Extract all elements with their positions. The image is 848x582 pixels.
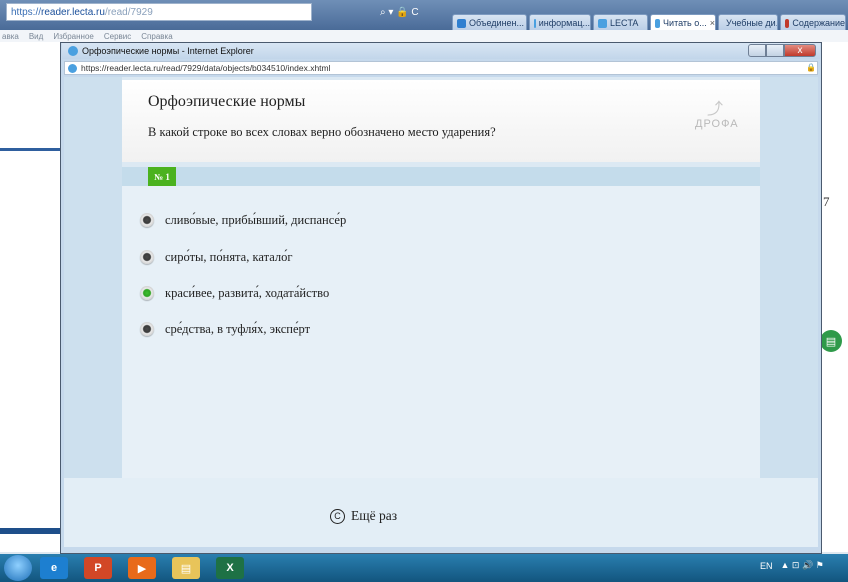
menu-item[interactable]: Вид: [29, 32, 43, 41]
background-page-left: [0, 42, 61, 552]
popup-address-bar[interactable]: https://reader.lecta.ru/read/7929/data/o…: [64, 61, 818, 75]
tab-icon: [655, 18, 661, 28]
answer-option[interactable]: сре́дства, в туфля́х, экспе́рт: [140, 320, 310, 338]
address-controls[interactable]: ⌕ ▾ 🔒 C: [380, 4, 450, 20]
taskbar-explorer-icon[interactable]: ▤: [172, 557, 200, 579]
tab-label: Читать о...: [663, 18, 707, 28]
notes-icon[interactable]: ▤: [820, 330, 842, 352]
address-path: /read/7929: [104, 6, 153, 18]
side-panel-left: [64, 77, 122, 547]
tab-icon: [598, 18, 607, 28]
taskbar-excel-icon[interactable]: X: [216, 557, 244, 579]
radio-button[interactable]: [140, 322, 154, 336]
menu-item[interactable]: Избранное: [53, 32, 94, 41]
tab-1[interactable]: информац...: [529, 14, 591, 31]
background-divider: [0, 148, 60, 151]
ie-icon: [68, 46, 78, 56]
address-host: https://: [11, 6, 42, 18]
radio-button-correct[interactable]: [140, 286, 154, 300]
retry-label: Ещё раз: [351, 508, 398, 523]
answer-text: сиро́ты, по́нята, катало́г: [165, 249, 293, 264]
tab-icon: [785, 18, 790, 28]
quiz-question: В какой строке во всех словах верно обоз…: [148, 125, 496, 139]
menu-item[interactable]: Справка: [141, 32, 172, 41]
tab-3-active[interactable]: Читать о... ×: [650, 14, 716, 31]
background-divider: [0, 528, 60, 534]
tab-icon: [457, 18, 466, 28]
tab-0[interactable]: Объединен...: [452, 14, 527, 31]
taskbar-ie-icon[interactable]: e: [40, 557, 68, 579]
popup-url: https://reader.lecta.ru/read/7929/data/o…: [81, 63, 331, 73]
retry-icon: C: [330, 508, 345, 524]
answer-text: краси́вее, развита́, ходата́йство: [165, 285, 330, 300]
taskbar-powerpoint-icon[interactable]: P: [84, 557, 112, 579]
taskbar-media-icon[interactable]: ▶: [128, 557, 156, 579]
menu-item[interactable]: авка: [2, 32, 19, 41]
tab-2[interactable]: LECTA: [593, 14, 648, 31]
tab-icon: [534, 18, 536, 28]
question-number-bar: [122, 167, 760, 186]
window-controls: x: [748, 44, 818, 57]
tray-icons[interactable]: ▲ ⊡ 🔊 ⚑: [781, 560, 824, 571]
lock-icon: 🔒: [806, 63, 816, 72]
outer-address-bar[interactable]: https://reader.lecta.ru/read/7929: [6, 3, 312, 21]
answer-option[interactable]: сиро́ты, по́нята, катало́г: [140, 248, 292, 266]
tab-close-icon[interactable]: ×: [710, 18, 715, 28]
bird-icon: ⤴: [706, 101, 723, 118]
address-domain: reader.lecta.ru: [41, 6, 105, 18]
popup-title: Орфоэпические нормы - Internet Explorer: [82, 46, 254, 56]
close-button[interactable]: x: [784, 44, 816, 57]
answer-option[interactable]: сливо́вые, прибы́вший, диспансе́р: [140, 211, 346, 229]
tab-label: Учебные ди...: [726, 18, 778, 28]
tab-label: LECTA: [610, 18, 639, 28]
popup-titlebar: Орфоэпические нормы - Internet Explorer: [62, 43, 820, 59]
retry-button[interactable]: C Ещё раз: [330, 506, 397, 526]
answer-text: сре́дства, в туфля́х, экспе́рт: [165, 321, 311, 336]
tab-5[interactable]: Содержание: [780, 14, 846, 31]
radio-button[interactable]: [140, 250, 154, 264]
logo-text: ДРОФА: [695, 118, 739, 130]
outer-menu-bar: авка Вид Избранное Сервис Справка: [0, 30, 848, 42]
maximize-button[interactable]: [766, 44, 784, 57]
tab-label: Объединен...: [469, 18, 525, 28]
question-number-badge: № 1: [148, 167, 176, 186]
background-page-number: 7: [823, 194, 830, 209]
quiz-title: Орфоэпические нормы: [148, 93, 306, 110]
side-panel-right: [760, 77, 818, 547]
tab-4[interactable]: Учебные ди...: [718, 14, 778, 31]
ie-icon: [68, 63, 77, 73]
language-indicator[interactable]: EN: [760, 561, 773, 571]
start-button[interactable]: [4, 555, 32, 581]
publisher-logo: ⤴ ДРОФА: [695, 101, 739, 131]
answer-option-correct[interactable]: краси́вее, развита́, ходата́йство: [140, 284, 329, 302]
background-page-right: [820, 42, 848, 552]
quiz-footer: [64, 478, 818, 547]
tab-label: Содержание: [792, 18, 845, 28]
radio-button[interactable]: [140, 213, 154, 227]
system-tray: EN ▲ ⊡ 🔊 ⚑: [760, 560, 824, 571]
menu-item[interactable]: Сервис: [104, 32, 131, 41]
tab-label: информац...: [538, 18, 590, 28]
answer-text: сливо́вые, прибы́вший, диспансе́р: [165, 212, 347, 227]
minimize-button[interactable]: [748, 44, 766, 57]
